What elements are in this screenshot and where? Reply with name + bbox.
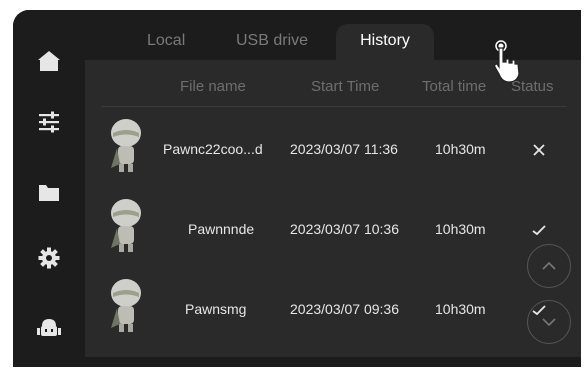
total-time: 10h30m xyxy=(435,301,486,317)
file-name: Pawnc22coo...d xyxy=(163,141,263,157)
chevron-down-icon xyxy=(542,318,556,327)
column-header-total-time: Total time xyxy=(422,78,487,95)
home-icon xyxy=(38,51,60,71)
robot-icon xyxy=(37,319,61,336)
tab-local[interactable]: Local xyxy=(137,24,195,62)
model-thumbnail xyxy=(111,279,141,332)
model-thumbnail xyxy=(111,199,141,252)
scroll-up-button[interactable] xyxy=(527,244,571,288)
sliders-icon xyxy=(39,111,59,133)
start-time: 2023/03/07 10:36 xyxy=(290,221,399,237)
sidebar xyxy=(13,10,85,367)
device-screen: Local USB drive History File name Start … xyxy=(13,10,581,367)
file-name: Pawnnnde xyxy=(188,221,255,237)
sidebar-item-device[interactable] xyxy=(37,315,61,339)
sidebar-item-home[interactable] xyxy=(37,49,61,73)
main-content: Local USB drive History File name Start … xyxy=(85,10,581,367)
completed-check-icon xyxy=(532,225,546,236)
sidebar-item-settings[interactable] xyxy=(37,246,61,270)
hand-pointer-icon xyxy=(494,40,520,83)
chevron-up-icon xyxy=(542,261,556,270)
file-name: Pawnsmg xyxy=(185,301,247,317)
total-time: 10h30m xyxy=(435,221,486,237)
total-time: 10h30m xyxy=(435,141,486,157)
column-header-start-time: Start Time xyxy=(311,78,380,95)
table-row[interactable]: Pawnnnde 2023/03/07 10:36 10h30m xyxy=(85,190,581,270)
folder-icon xyxy=(39,185,59,201)
gear-icon xyxy=(38,247,60,269)
column-header-file-name: File name xyxy=(180,78,246,95)
history-panel: File name Start Time Total time Status P… xyxy=(85,60,581,357)
table-row[interactable]: Pawnsmg 2023/03/07 09:36 10h30m xyxy=(85,270,581,350)
failed-x-icon xyxy=(533,144,545,156)
header-divider xyxy=(101,106,567,107)
sidebar-item-settings-adjust[interactable] xyxy=(37,110,61,134)
scroll-down-button[interactable] xyxy=(527,300,571,344)
table-row[interactable]: Pawnc22coo...d 2023/03/07 11:36 10h30m xyxy=(85,110,581,190)
model-thumbnail xyxy=(111,119,141,172)
start-time: 2023/03/07 11:36 xyxy=(290,141,398,157)
tab-history[interactable]: History xyxy=(336,24,434,62)
sidebar-item-files[interactable] xyxy=(37,181,61,205)
tab-usb-drive[interactable]: USB drive xyxy=(226,24,318,62)
start-time: 2023/03/07 09:36 xyxy=(290,301,399,317)
